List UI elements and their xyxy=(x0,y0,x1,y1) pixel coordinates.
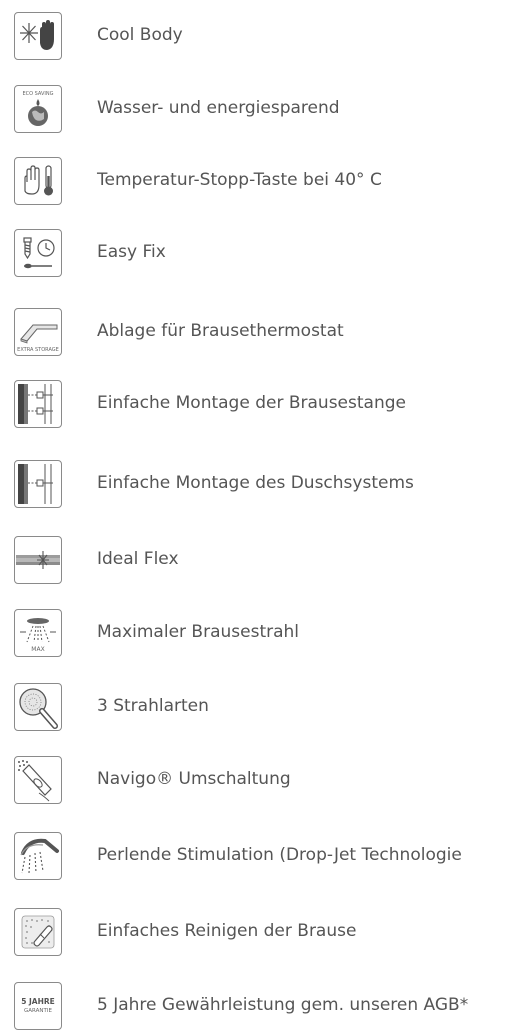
spray-modes-icon xyxy=(14,683,62,731)
guarantee-icon-text-line2: GARANTIE xyxy=(24,1008,52,1014)
feature-label: Einfaches Reinigen der Brause xyxy=(97,921,357,941)
max-spray-icon-text: MAX xyxy=(31,646,44,653)
feature-label: Ablage für Brausethermostat xyxy=(97,321,344,341)
max-spray-icon: MAX xyxy=(14,609,62,657)
feature-label: Easy Fix xyxy=(97,242,166,262)
feature-row-temperature-stop: Temperatur-Stopp-Taste bei 40° C xyxy=(0,157,524,211)
feature-row-guarantee: 5 JAHRE GARANTIE 5 Jahre Gewährleistung … xyxy=(0,982,524,1036)
extra-storage-icon-text: EXTRA STORAGE xyxy=(17,347,59,353)
navigo-switch-icon xyxy=(14,756,62,804)
temperature-stop-icon xyxy=(14,157,62,205)
feature-label: 5 Jahre Gewährleistung gem. unseren AGB* xyxy=(97,995,469,1015)
easy-fix-icon xyxy=(14,229,62,277)
feature-row-extra-storage: EXTRA STORAGE Ablage für Brausethermosta… xyxy=(0,308,524,362)
feature-label: Einfache Montage der Brausestange xyxy=(97,393,406,413)
feature-row-spray-modes: 3 Strahlarten xyxy=(0,683,524,737)
feature-row-ideal-flex: Ideal Flex xyxy=(0,536,524,590)
shower-system-mount-icon xyxy=(14,460,62,508)
guarantee-icon-text-line1: 5 JAHRE xyxy=(21,997,55,1006)
feature-row-eco-saving: ECO SAVING Wasser- und energiesparend xyxy=(0,85,524,139)
extra-storage-icon: EXTRA STORAGE xyxy=(14,308,62,356)
feature-row-easy-fix: Easy Fix xyxy=(0,229,524,283)
feature-label: Ideal Flex xyxy=(97,549,179,569)
feature-row-shower-system-mount: Einfache Montage des Duschsystems xyxy=(0,460,524,514)
shower-rail-mount-icon xyxy=(14,380,62,428)
eco-saving-icon: ECO SAVING xyxy=(14,85,62,133)
feature-label: Wasser- und energiesparend xyxy=(97,98,340,118)
feature-label: 3 Strahlarten xyxy=(97,696,209,716)
guarantee-icon: 5 JAHRE GARANTIE xyxy=(14,982,62,1030)
feature-label: Perlende Stimulation (Drop-Jet Technolog… xyxy=(97,845,462,865)
feature-row-navigo-switch: Navigo® Umschaltung xyxy=(0,756,524,810)
feature-row-easy-clean: Einfaches Reinigen der Brause xyxy=(0,908,524,962)
feature-label: Maximaler Brausestrahl xyxy=(97,622,300,642)
drop-jet-icon xyxy=(14,832,62,880)
feature-row-drop-jet: Perlende Stimulation (Drop-Jet Technolog… xyxy=(0,832,524,886)
feature-label: Einfache Montage des Duschsystems xyxy=(97,473,414,493)
feature-label: Navigo® Umschaltung xyxy=(97,769,291,789)
feature-list: Cool Body ECO SAVING Wasser- und energie… xyxy=(0,0,524,1030)
eco-saving-icon-text: ECO SAVING xyxy=(22,91,53,97)
feature-row-max-spray: MAX Maximaler Brausestrahl xyxy=(0,609,524,663)
easy-clean-icon xyxy=(14,908,62,956)
feature-label: Temperatur-Stopp-Taste bei 40° C xyxy=(97,170,382,190)
feature-label: Cool Body xyxy=(97,25,183,45)
feature-row-shower-rail-mount: Einfache Montage der Brausestange xyxy=(0,380,524,434)
feature-row-cool-body: Cool Body xyxy=(0,12,524,66)
ideal-flex-icon xyxy=(14,536,62,584)
cool-body-icon xyxy=(14,12,62,60)
